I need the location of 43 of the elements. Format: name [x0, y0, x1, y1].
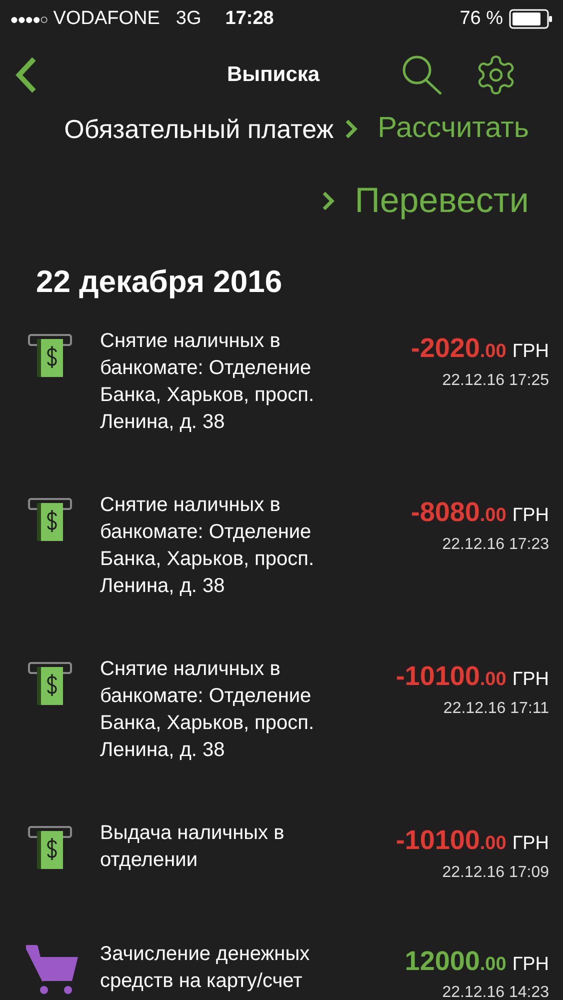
transaction-amount: 12000.00 [404, 944, 506, 978]
cash-withdrawal-icon [27, 824, 73, 870]
transaction-amount: -2020.00 [410, 332, 506, 365]
transaction-datetime: 22.12.16 17:09 [442, 862, 549, 882]
transaction-datetime: 22.12.16 17:11 [443, 698, 549, 718]
signal-dots: ●●●●○ [10, 10, 48, 28]
calculate-link[interactable]: Рассчитать [344, 107, 529, 151]
transaction-description: Снятие наличных в банкомате: Отделение Банка, Харьков, просп. Ленина, д. 38 [100, 493, 316, 599]
transaction-description: Снятие наличных в банкомате: Отделение Банка, Харьков, просп. Ленина, д. 38 [100, 329, 316, 435]
transaction-datetime: 22.12.16 14:23 [442, 983, 549, 1000]
clock: 17:28 [225, 6, 274, 31]
cash-withdrawal-icon [27, 496, 73, 542]
transfer-link[interactable]: Перевести [320, 184, 529, 218]
transaction-datetime: 22.12.16 17:25 [442, 370, 549, 390]
battery-percent: 76 % [460, 6, 503, 31]
transaction-description: Снятие наличных в банкомате: Отделение Банка, Харьков, просп. Ленина, д. 38 [100, 657, 316, 763]
chevron-icon [320, 190, 335, 212]
battery-icon [509, 9, 553, 29]
transaction-amount: -10100.00 [396, 660, 506, 693]
currency-label: ГРН [512, 832, 549, 856]
transaction-amount: -8080.00 [410, 496, 506, 529]
mandatory-payment-label: Обязательный платеж [64, 112, 334, 146]
transaction-row[interactable]: Снятие наличных в банкомате: Отделение Банка, Харьков, просп. Ленина, д. 38 -2020.00 ГРН 22.12.16 17:25 [0, 328, 563, 492]
screen-title: Выписка [227, 62, 320, 88]
transaction-row[interactable]: Снятие наличных в банкомате: Отделение Банка, Харьков, просп. Ленина, д. 38 -10100.00 ГРН 22.12.16 17:11 [0, 656, 563, 820]
shopping-cart-icon [24, 944, 80, 994]
transaction-amount: -10100.00 [396, 824, 506, 857]
network-type: 3G [176, 6, 202, 31]
transaction-row[interactable]: Выдача наличных в отделении -10100.00 ГРН 22.12.16 17:09 [0, 820, 563, 940]
currency-label: ГРН [512, 668, 549, 692]
transaction-row[interactable]: Зачисление денежных средств на карту/счет 12000.00 ГРН 22.12.16 14:23 [0, 940, 563, 1000]
date-heading: 22 декабря 2016 [36, 263, 282, 301]
transaction-datetime: 22.12.16 17:23 [442, 534, 549, 554]
cash-withdrawal-icon [27, 660, 73, 706]
currency-label: ГРН [512, 340, 549, 364]
transaction-description: Выдача наличных в отделении [100, 821, 286, 873]
transaction-description: Зачисление денежных средств на карту/счет [100, 942, 311, 994]
chevron-icon [344, 118, 358, 140]
cash-withdrawal-icon [27, 332, 73, 378]
carrier-name: VODAFONE [53, 6, 160, 31]
currency-label: ГРН [512, 504, 549, 528]
transaction-row[interactable]: Снятие наличных в банкомате: Отделение Банка, Харьков, просп. Ленина, д. 38 -8080.00 ГРН 22.12.16 17:23 [0, 492, 563, 656]
currency-label: ГРН [512, 952, 549, 976]
